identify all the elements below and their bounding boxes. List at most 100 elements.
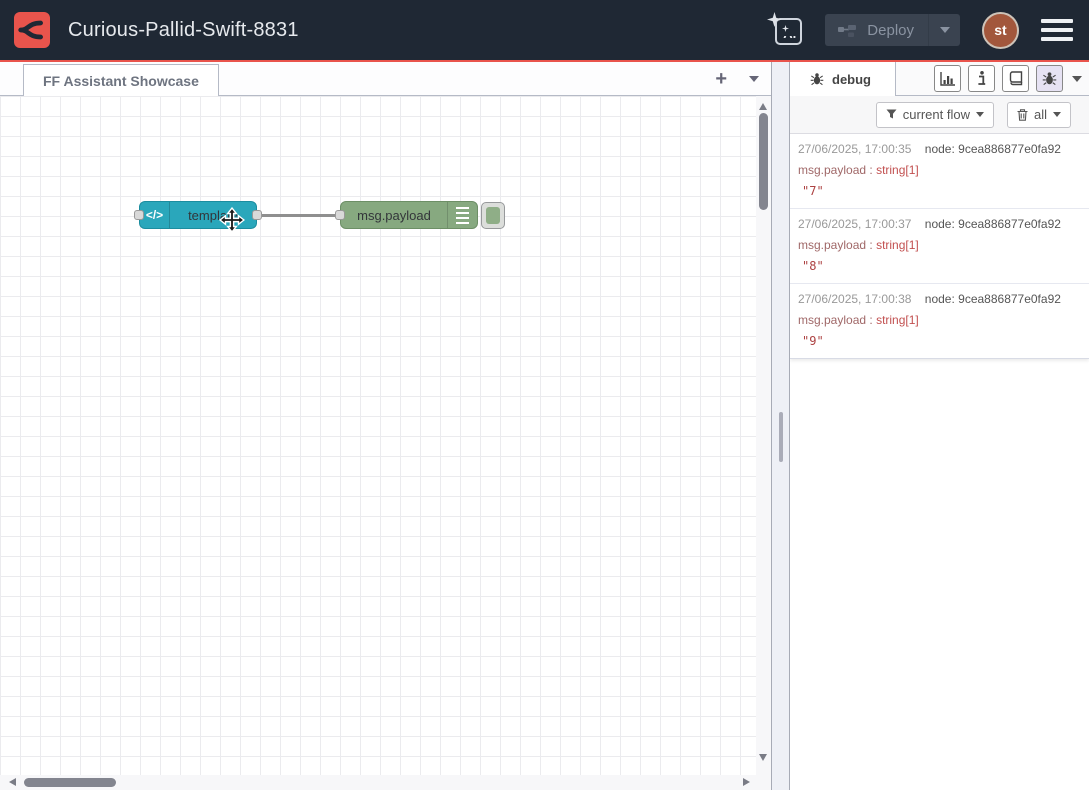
sidebar-tab-debug[interactable]: debug	[790, 62, 896, 96]
debug-message[interactable]: 27/06/2025, 17:00:35 node: 9cea886877e0f…	[790, 134, 1089, 209]
debug-message[interactable]: 27/06/2025, 17:00:38 node: 9cea886877e0f…	[790, 284, 1089, 358]
deploy-options-button[interactable]	[928, 14, 960, 46]
list-icon	[447, 202, 477, 228]
debug-message-meta: 27/06/2025, 17:00:38 node: 9cea886877e0f…	[798, 292, 1081, 306]
splitter-drag-handle[interactable]	[779, 412, 783, 462]
sidebar-tab-info[interactable]	[968, 65, 995, 92]
debug-message-value[interactable]: "7"	[798, 184, 1081, 198]
sidebar-splitter[interactable]	[771, 62, 790, 790]
debug-message-node-id: node: 9cea886877e0fa92	[925, 217, 1061, 231]
sidebar-tab-debug-icon[interactable]	[1036, 65, 1063, 92]
sparkle-icon	[767, 12, 782, 27]
workspace-tab-label: FF Assistant Showcase	[43, 73, 199, 89]
menu-bar-icon	[1041, 19, 1073, 23]
debug-message-area: 27/06/2025, 17:00:35 node: 9cea886877e0f…	[790, 134, 1089, 790]
debug-message-timestamp: 27/06/2025, 17:00:35	[798, 142, 911, 156]
add-flow-button[interactable]: +	[715, 69, 727, 89]
chevron-down-icon	[1053, 112, 1061, 117]
sidebar: debug	[790, 62, 1089, 790]
node-label: template	[170, 208, 256, 223]
workspace-tab-actions: +	[715, 62, 759, 96]
debug-message-node-id: node: 9cea886877e0fa92	[925, 292, 1061, 306]
debug-property-type: string[1]	[876, 163, 919, 177]
debug-message-timestamp: 27/06/2025, 17:00:37	[798, 217, 911, 231]
debug-enable-toggle[interactable]	[481, 202, 505, 229]
debug-property-path: msg.payload	[798, 313, 866, 327]
trash-icon	[1017, 109, 1028, 121]
flow-node-debug[interactable]: msg.payload	[340, 201, 478, 229]
deploy-label: Deploy	[867, 22, 914, 39]
sparkle-small-icon	[782, 25, 789, 32]
property-type-separator: :	[866, 238, 876, 252]
debug-message[interactable]: 27/06/2025, 17:00:37 node: 9cea886877e0f…	[790, 209, 1089, 284]
fork-glyph	[18, 16, 46, 44]
output-port-template[interactable]	[252, 210, 262, 220]
menu-bar-icon	[1041, 28, 1073, 32]
bug-icon	[1042, 71, 1057, 86]
header: Curious-Pallid-Swift-8831 AI Deploy	[0, 0, 1089, 60]
debug-toolbar: current flow all	[790, 96, 1089, 134]
debug-property-type: string[1]	[876, 313, 919, 327]
workspace-column: FF Assistant Showcase + </> template msg…	[0, 62, 771, 790]
scroll-down-arrow-icon[interactable]	[759, 754, 767, 761]
user-avatar[interactable]: st	[982, 12, 1019, 49]
debug-message-node-id: node: 9cea886877e0fa92	[925, 142, 1061, 156]
funnel-icon	[886, 109, 897, 120]
debug-toggle-state	[486, 207, 500, 224]
code-icon: </>	[140, 202, 170, 228]
project-title: Curious-Pallid-Swift-8831	[68, 19, 299, 42]
input-port-template[interactable]	[134, 210, 144, 220]
sidebar-tab-help[interactable]	[1002, 65, 1029, 92]
chevron-down-icon	[940, 27, 950, 33]
sidebar-tab-dashboard[interactable]	[934, 65, 961, 92]
debug-filter-button[interactable]: current flow	[876, 102, 994, 128]
info-icon	[978, 71, 986, 86]
input-port-debug[interactable]	[335, 210, 345, 220]
debug-message-property: msg.payload : string[1]	[798, 163, 1081, 177]
debug-clear-button[interactable]: all	[1007, 102, 1071, 128]
filter-scope-label: current flow	[903, 107, 970, 122]
bar-chart-icon	[940, 72, 956, 86]
debug-message-property: msg.payload : string[1]	[798, 313, 1081, 327]
debug-message-timestamp: 27/06/2025, 17:00:38	[798, 292, 911, 306]
workspace-tabbar: FF Assistant Showcase +	[0, 62, 771, 96]
sidebar-tabs-caret-icon[interactable]	[1072, 76, 1082, 82]
flow-canvas[interactable]: </> template msg.payload	[0, 96, 771, 775]
chevron-down-icon	[976, 112, 984, 117]
ai-assistant-button[interactable]: AI	[767, 12, 803, 48]
debug-property-path: msg.payload	[798, 163, 866, 177]
scroll-right-arrow-icon[interactable]	[743, 778, 750, 786]
vertical-scroll-thumb[interactable]	[759, 113, 768, 210]
header-actions: AI Deploy st	[767, 12, 1075, 49]
horizontal-scroll-thumb[interactable]	[24, 778, 116, 787]
property-type-separator: :	[866, 163, 876, 177]
sidebar-tab-icons	[934, 65, 1063, 92]
debug-message-meta: 27/06/2025, 17:00:35 node: 9cea886877e0f…	[798, 142, 1081, 156]
menu-bar-icon	[1041, 37, 1073, 41]
debug-message-list: 27/06/2025, 17:00:35 node: 9cea886877e0f…	[790, 134, 1089, 359]
sidebar-tab-label: debug	[832, 72, 871, 87]
debug-message-property: msg.payload : string[1]	[798, 238, 1081, 252]
deploy-button[interactable]: Deploy	[825, 14, 960, 46]
node-red-editor: Curious-Pallid-Swift-8831 AI Deploy	[0, 0, 1089, 790]
main-menu-button[interactable]	[1041, 19, 1075, 41]
deploy-icon	[838, 23, 857, 38]
workspace-tab-ff-assistant-showcase[interactable]: FF Assistant Showcase	[23, 64, 219, 96]
node-label: msg.payload	[341, 208, 447, 223]
canvas-vertical-scrollbar[interactable]	[756, 96, 771, 775]
scroll-up-arrow-icon[interactable]	[759, 103, 767, 110]
debug-property-type: string[1]	[876, 238, 919, 252]
debug-message-value[interactable]: "8"	[798, 259, 1081, 273]
app-logo-icon[interactable]	[14, 12, 50, 48]
flow-list-caret-icon[interactable]	[749, 76, 759, 82]
bug-icon	[810, 72, 824, 86]
main-area: FF Assistant Showcase + </> template msg…	[0, 62, 1089, 790]
debug-property-path: msg.payload	[798, 238, 866, 252]
canvas-horizontal-scrollbar[interactable]	[0, 775, 771, 790]
debug-message-value[interactable]: "9"	[798, 334, 1081, 348]
scroll-left-arrow-icon[interactable]	[9, 778, 16, 786]
flow-node-template[interactable]: </> template	[139, 201, 257, 229]
property-type-separator: :	[866, 313, 876, 327]
clear-scope-label: all	[1034, 107, 1047, 122]
wire-template-to-debug[interactable]	[257, 214, 340, 217]
